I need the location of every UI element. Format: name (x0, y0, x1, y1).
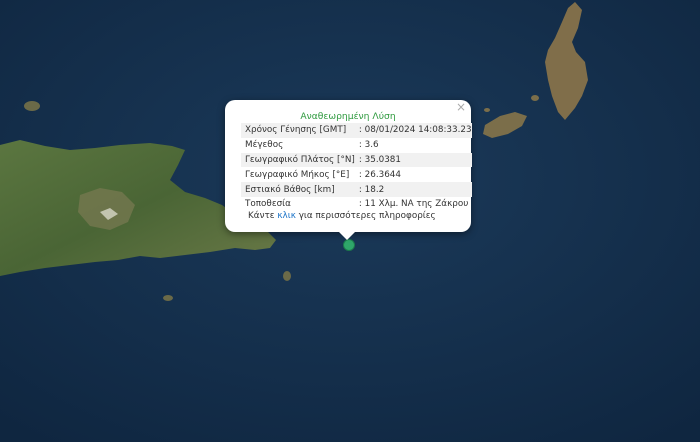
satellite-map[interactable]: × Αναθεωρημένη Λύση Χρόνος Γένησης [GMT]… (0, 0, 700, 442)
more-info-text: Κάντε κλικ για περισσότερες πληροφορίες (248, 211, 436, 221)
latitude-value: : 35.0381 (354, 152, 472, 168)
depth-label: Εστιακό Βάθος [km] (241, 182, 355, 197)
longitude-label: Γεωγραφικό Μήκος [°E] (245, 169, 350, 180)
table-row: Γεωγραφικό Πλάτος [°N] : 35.0381 (241, 152, 472, 168)
more-info-suffix: για περισσότερες πληροφορίες (298, 211, 436, 221)
islet-southwest (163, 295, 173, 301)
table-row: Τοποθεσία : 11 Χλμ. ΝΑ της Ζάκρου (241, 197, 472, 212)
origin-time-value: : 08/01/2024 14:08:33.23 (354, 123, 472, 138)
islet-kasos-north (484, 108, 490, 112)
earthquake-popup: × Αναθεωρημένη Λύση Χρόνος Γένησης [GMT]… (225, 100, 472, 240)
islet-north (24, 101, 40, 111)
more-info-prefix: Κάντε (248, 211, 275, 221)
more-info-link[interactable]: κλικ (277, 211, 296, 221)
origin-time-label: Χρόνος Γένησης [GMT] (241, 123, 355, 138)
magnitude-label: Μέγεθος (245, 140, 284, 151)
islet-south (283, 271, 291, 281)
depth-value: : 18.2 (354, 182, 472, 197)
table-row: Χρόνος Γένησης [GMT] : 08/01/2024 14:08:… (241, 123, 472, 138)
location-value: : 11 Χλμ. ΝΑ της Ζάκρου (358, 199, 469, 210)
location-label: Τοποθεσία (245, 199, 291, 210)
table-row: Μέγεθος : 3.6 (241, 138, 472, 153)
latitude-label: Γεωγραφικό Πλάτος [°N] (241, 152, 355, 168)
islet-karpathos-west (531, 95, 539, 101)
table-row: Γεωγραφικό Μήκος [°E] : 26.3644 (241, 167, 472, 182)
earthquake-marker-icon[interactable] (343, 239, 355, 251)
table-row: Εστιακό Βάθος [km] : 18.2 (241, 182, 472, 197)
popup-tip (339, 232, 355, 240)
longitude-value: : 26.3644 (358, 169, 401, 180)
magnitude-value: : 3.6 (358, 140, 379, 151)
popup-title: Αναθεωρημένη Λύση (300, 111, 396, 122)
earthquake-info-table: Χρόνος Γένησης [GMT] : 08/01/2024 14:08:… (241, 123, 472, 212)
